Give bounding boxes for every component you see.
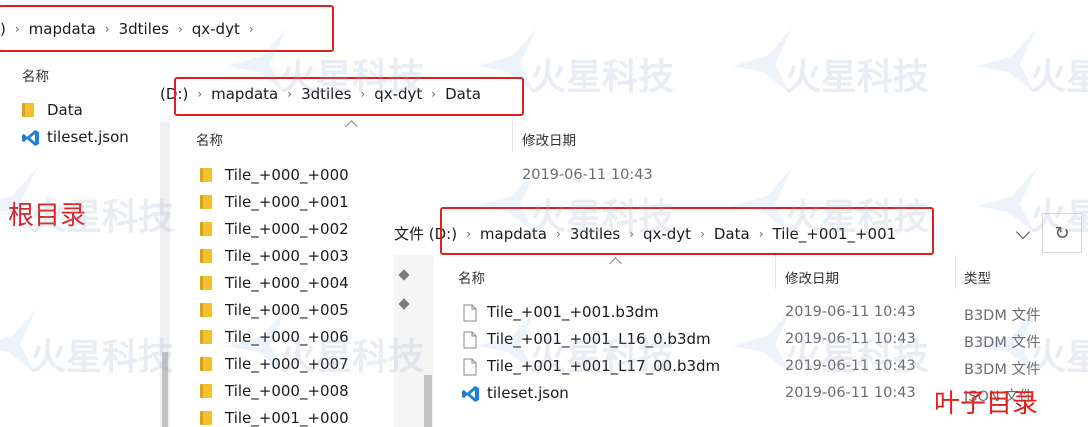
watermark-star-icon xyxy=(732,28,792,92)
item-name: Tile_+001_+001.b3dm xyxy=(487,303,659,321)
item-name: Tile_+001_+001_L16_0.b3dm xyxy=(487,330,711,348)
column-header-modified[interactable]: 修改日期 xyxy=(522,129,576,149)
item-name: Tile_+000_+003 xyxy=(225,247,349,265)
folder-icon xyxy=(200,248,216,264)
pin-icon[interactable] xyxy=(398,298,410,310)
file-icon xyxy=(462,304,478,322)
watermark-star-icon xyxy=(977,28,1037,92)
file-icon xyxy=(462,358,478,376)
list-item[interactable]: Tile_+000_+006 xyxy=(200,328,349,346)
folder-icon xyxy=(200,383,216,399)
list-item[interactable]: Tile_+000_+007 xyxy=(200,355,349,373)
list-item[interactable]: Tile_+000_+002 xyxy=(200,220,349,238)
list-item[interactable]: Tile_+000_+000 xyxy=(200,166,349,184)
item-type: B3DM 文件 xyxy=(964,308,1041,324)
list-item[interactable]: Tile_+001_+001_L17_00.b3dm xyxy=(462,357,721,376)
folder-icon xyxy=(200,329,216,345)
column-divider[interactable] xyxy=(955,255,956,289)
list-item[interactable]: Tile_+000_+003 xyxy=(200,247,349,265)
folder-icon xyxy=(200,356,216,372)
item-type: B3DM 文件 xyxy=(964,335,1041,351)
watermark-text: 火星科技 xyxy=(1030,57,1088,98)
sort-up-icon xyxy=(345,120,358,133)
folder-icon xyxy=(200,410,216,426)
column-header-name[interactable]: 名称 xyxy=(196,129,223,149)
item-name: Tile_+000_+002 xyxy=(225,220,349,238)
vscode-icon xyxy=(22,129,39,146)
item-name: Tile_+000_+007 xyxy=(225,355,349,373)
list-item[interactable]: Tile_+000_+001 xyxy=(200,193,349,211)
item-name: tileset.json xyxy=(47,128,129,146)
folder-icon xyxy=(200,275,216,291)
folder-icon xyxy=(22,102,38,118)
folder-icon xyxy=(200,167,216,183)
item-name: Tile_+000_+006 xyxy=(225,328,349,346)
folder-icon xyxy=(200,302,216,318)
item-type: B3DM 文件 xyxy=(964,362,1041,378)
item-name: Tile_+000_+004 xyxy=(225,274,349,292)
root-directory-annotation: 根目录 xyxy=(8,201,87,231)
watermark-text: 火星科技 xyxy=(785,57,930,98)
item-modified: 2019-06-11 10:43 xyxy=(785,385,916,401)
folder-icon xyxy=(200,194,216,210)
list-item[interactable]: Tile_+000_+004 xyxy=(200,274,349,292)
leaf-path-highlight xyxy=(440,207,934,255)
scrollbar-thumb[interactable] xyxy=(162,352,168,427)
first-item-modified: 2019-06-11 10:43 xyxy=(522,167,653,183)
address-dropdown-chevron-down-icon[interactable] xyxy=(1015,224,1031,240)
refresh-icon: ↻ xyxy=(1054,222,1070,244)
item-name: Tile_+001_+000 xyxy=(225,409,349,427)
list-item[interactable]: Tile_+000_+008 xyxy=(200,382,349,400)
list-item[interactable]: tileset.json xyxy=(462,384,569,402)
list-item[interactable]: Tile_+001_+000 xyxy=(200,409,349,427)
item-modified: 2019-06-11 10:43 xyxy=(785,331,916,347)
item-modified: 2019-06-11 10:43 xyxy=(785,358,916,374)
item-name: Tile_+001_+001_L17_00.b3dm xyxy=(487,357,721,375)
column-header-modified[interactable]: 修改日期 xyxy=(785,267,839,287)
list-item[interactable]: Tile_+001_+001.b3dm xyxy=(462,303,659,322)
item-name: Tile_+000_+005 xyxy=(225,301,349,319)
scrollbar-thumb[interactable] xyxy=(424,375,432,427)
pin-icon[interactable] xyxy=(398,269,410,281)
sort-up-icon xyxy=(609,257,622,270)
vscode-icon xyxy=(462,385,479,402)
item-name: tileset.json xyxy=(487,384,569,402)
navigation-pane[interactable] xyxy=(394,255,434,427)
list-item[interactable]: Tile_+000_+005 xyxy=(200,301,349,319)
item-name: Tile_+000_+008 xyxy=(225,382,349,400)
column-header-name[interactable]: 名称 xyxy=(22,65,49,85)
column-header-type[interactable]: 类型 xyxy=(964,267,991,287)
root-path-highlight xyxy=(0,5,334,52)
item-name: Tile_+000_+001 xyxy=(225,193,349,211)
data-path-highlight xyxy=(174,77,524,116)
list-item[interactable]: tileset.json xyxy=(22,128,129,146)
column-divider[interactable] xyxy=(775,255,776,289)
column-divider[interactable] xyxy=(512,118,513,152)
item-name: Data xyxy=(47,101,83,119)
leaf-directory-annotation: 叶子目录 xyxy=(934,389,1039,419)
list-item[interactable]: Data xyxy=(22,101,83,119)
list-item[interactable]: Tile_+001_+001_L16_0.b3dm xyxy=(462,330,711,349)
refresh-button[interactable]: ↻ xyxy=(1042,213,1082,253)
folder-icon xyxy=(200,221,216,237)
left-scrollbar[interactable] xyxy=(160,122,170,427)
file-icon xyxy=(462,331,478,349)
column-header-name[interactable]: 名称 xyxy=(458,267,485,287)
item-modified: 2019-06-11 10:43 xyxy=(785,304,916,320)
item-name: Tile_+000_+000 xyxy=(225,166,349,184)
leaf-explorer-window: 文件 (D:) › mapdata › 3dtiles › qx-dyt › D… xyxy=(394,207,1088,427)
